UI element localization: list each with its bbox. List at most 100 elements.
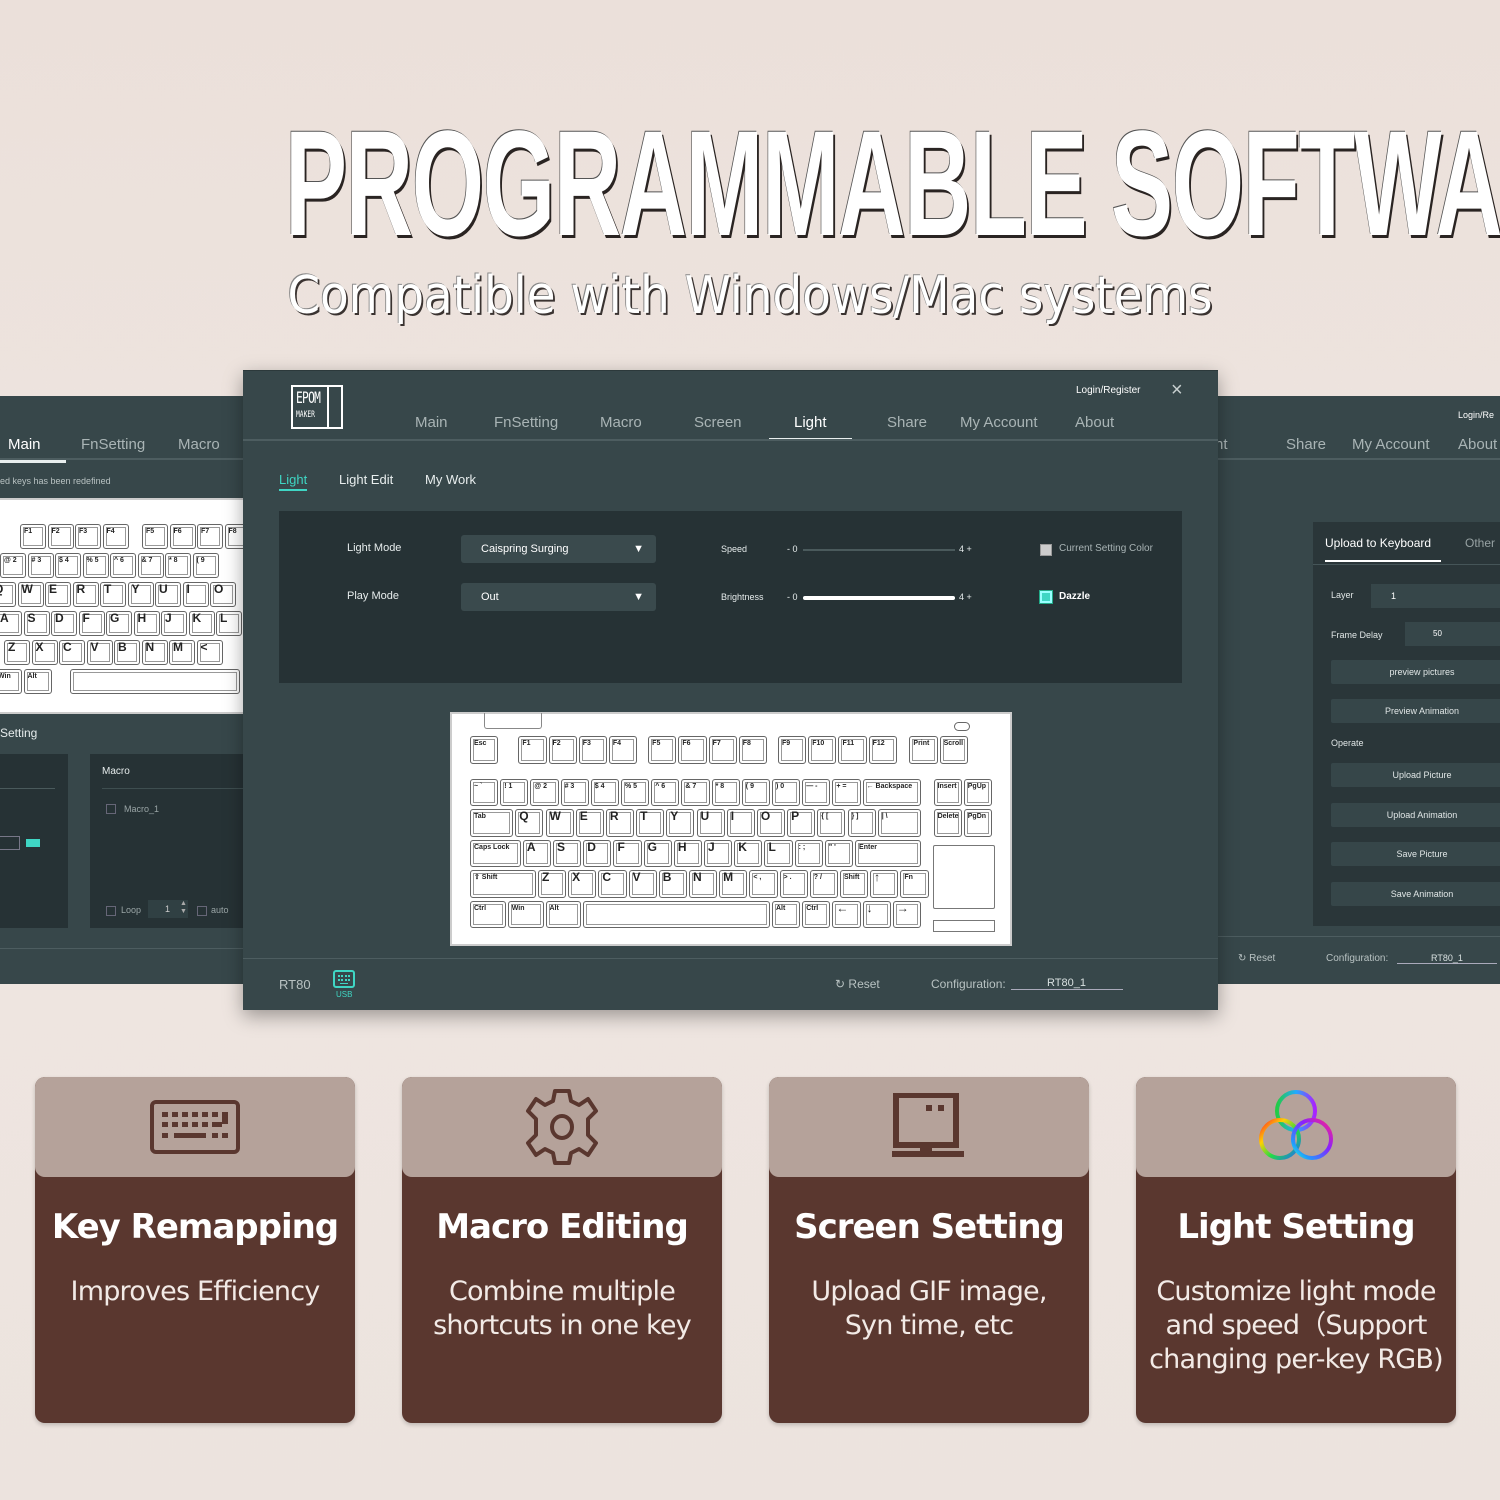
left-key-4[interactable]: $ 4 [55, 553, 81, 578]
upload-picture-button[interactable]: Upload Picture [1331, 763, 1500, 787]
key-8[interactable]: * 8 [711, 778, 740, 806]
left-key-space[interactable] [70, 669, 240, 694]
left-key-f5[interactable]: F5 [142, 524, 168, 549]
configuration-input[interactable]: RT80_1 [1011, 977, 1123, 990]
layer-input[interactable]: 1 [1371, 584, 1500, 608]
keyboard-icon[interactable] [26, 839, 40, 847]
key-r[interactable]: R [605, 809, 635, 837]
key-fn[interactable]: Fn [900, 870, 929, 898]
dazzle-checkbox[interactable] [1039, 590, 1053, 604]
key-caps-lock[interactable]: Caps Lock [470, 839, 521, 867]
key-w[interactable]: W [545, 809, 574, 837]
key-n[interactable]: N [688, 870, 718, 898]
save-animation-button[interactable]: Save Animation [1331, 882, 1500, 906]
left-key-t[interactable]: T [100, 582, 126, 607]
key-enter[interactable]: Enter [855, 839, 921, 867]
close-icon[interactable]: × [1171, 379, 1183, 402]
key-esc[interactable]: Esc [470, 736, 499, 764]
key-[interactable]: } ] [847, 809, 876, 837]
key-ctrl[interactable]: Ctrl [470, 900, 506, 928]
frame-delay-input[interactable]: 50 [1405, 622, 1500, 646]
preview-pictures-button[interactable]: preview pictures [1331, 660, 1500, 684]
key-[interactable]: ↑ [870, 870, 899, 898]
key-7[interactable]: & 7 [681, 778, 710, 806]
key-[interactable]: < , [749, 870, 778, 898]
left-nav-main[interactable]: Main [0, 436, 65, 463]
key-z[interactable]: Z [537, 870, 567, 898]
left-key-h[interactable]: H [133, 611, 160, 636]
left-key-w[interactable]: W [17, 582, 44, 607]
key-f5[interactable]: F5 [648, 736, 677, 764]
loop-checkbox[interactable] [106, 906, 116, 916]
left-nav-fnsetting[interactable]: FnSetting [81, 436, 145, 453]
left-key-6[interactable]: ^ 6 [110, 553, 136, 578]
subtab-light[interactable]: Light [279, 472, 308, 491]
brightness-slider[interactable] [803, 596, 955, 600]
key-f8[interactable]: F8 [738, 736, 767, 764]
left-key-q[interactable]: Q [0, 582, 16, 607]
usb-keyboard-icon[interactable] [333, 970, 355, 988]
left-key-a[interactable]: A [0, 611, 22, 636]
subtab-my-work[interactable]: My Work [425, 472, 476, 487]
key-i[interactable]: I [726, 809, 755, 837]
light-mode-dropdown[interactable]: Caispring Surging ▼ [461, 535, 656, 563]
key-pgup[interactable]: PgUp [963, 778, 992, 806]
key-s[interactable]: S [553, 839, 582, 867]
brightness-max[interactable]: 4 + [959, 592, 972, 602]
left-key-b[interactable]: B [114, 640, 140, 665]
subtab-light-edit[interactable]: Light Edit [339, 472, 393, 487]
play-mode-dropdown[interactable]: Out ▼ [461, 583, 656, 611]
key-pgdn[interactable]: PgDn [963, 809, 992, 837]
key-o[interactable]: O [756, 809, 786, 837]
left-key-alt[interactable]: Alt [23, 669, 52, 694]
left-key-3[interactable]: # 3 [27, 553, 54, 578]
nav-screen[interactable]: Screen [694, 414, 742, 431]
left-key-f1[interactable]: F1 [20, 524, 46, 549]
nav-share[interactable]: Share [887, 414, 927, 431]
key-e[interactable]: E [575, 809, 604, 837]
key-q[interactable]: Q [515, 809, 544, 837]
left-key-7[interactable]: & 7 [137, 553, 164, 578]
left-key-9[interactable]: ( 9 [192, 553, 219, 578]
speed-max[interactable]: 4 + [959, 544, 972, 554]
left-key-[interactable]: < [196, 640, 223, 665]
key-f9[interactable]: F9 [778, 736, 807, 764]
left-key-r[interactable]: R [72, 582, 99, 607]
left-key-u[interactable]: U [155, 582, 181, 607]
key-5[interactable]: % 5 [621, 778, 650, 806]
key-t[interactable]: T [636, 809, 665, 837]
right-login-link[interactable]: Login/Re [1458, 410, 1494, 420]
key-alt[interactable]: Alt [545, 900, 582, 928]
key-[interactable]: { [ [817, 809, 846, 837]
left-key-win[interactable]: Win [0, 669, 22, 694]
left-key-f[interactable]: F [78, 611, 105, 636]
left-key-i[interactable]: I [182, 582, 209, 607]
key-v[interactable]: V [628, 870, 657, 898]
brightness-min[interactable]: - 0 [787, 592, 798, 602]
key-[interactable]: " ' [824, 839, 854, 867]
macro-item[interactable]: Macro_1 [124, 804, 159, 814]
key-1[interactable]: ! 1 [500, 778, 529, 806]
left-key-l[interactable]: L [216, 611, 242, 636]
key-[interactable]: ↓ [862, 900, 891, 928]
left-key-s[interactable]: S [23, 611, 50, 636]
left-key-k[interactable]: K [188, 611, 215, 636]
upload-animation-button[interactable]: Upload Animation [1331, 803, 1500, 827]
nav-main[interactable]: Main [415, 414, 448, 431]
key-y[interactable]: Y [666, 809, 695, 837]
key-insert[interactable]: Insert [933, 778, 962, 806]
left-key-m[interactable]: M [169, 640, 195, 665]
left-key-5[interactable]: % 5 [82, 553, 109, 578]
nav-macro[interactable]: Macro [600, 414, 642, 431]
key-ctrl[interactable]: Ctrl [802, 900, 831, 928]
key-[interactable]: + = [832, 778, 861, 806]
key-4[interactable]: $ 4 [590, 778, 619, 806]
tab-other[interactable]: Other [1465, 536, 1495, 550]
key-j[interactable]: J [704, 839, 733, 867]
left-key-f3[interactable]: F3 [75, 524, 101, 549]
key-0[interactable]: ) 0 [772, 778, 801, 806]
key-shift[interactable]: ⇧ Shift [470, 870, 536, 898]
speed-min[interactable]: - 0 [787, 544, 798, 554]
right-nav-my-account[interactable]: My Account [1352, 436, 1430, 453]
right-nav-share[interactable]: Share [1286, 436, 1326, 453]
